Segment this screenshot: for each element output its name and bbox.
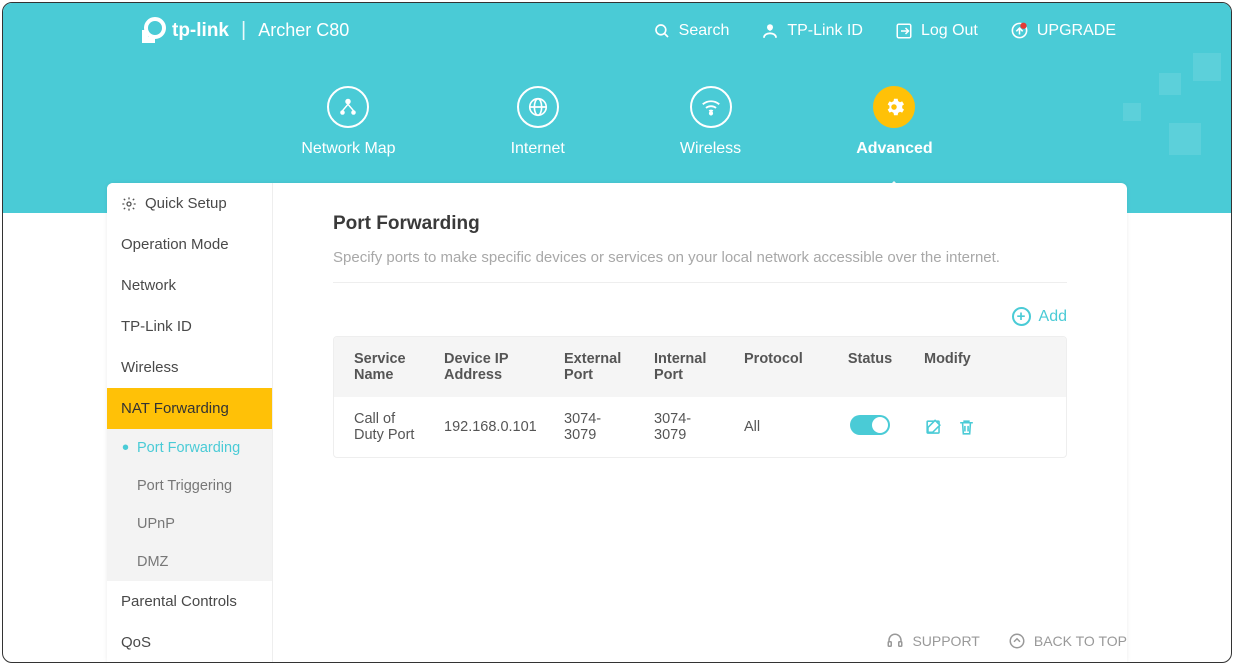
tab-internet[interactable]: Internet bbox=[511, 86, 565, 158]
user-heart-icon bbox=[761, 22, 779, 40]
content-wrap: Quick Setup Operation Mode Network TP-Li… bbox=[107, 183, 1127, 662]
add-button[interactable]: + Add bbox=[1012, 307, 1067, 326]
cell-modify bbox=[904, 404, 994, 451]
wifi-icon bbox=[690, 86, 732, 128]
logout-link[interactable]: Log Out bbox=[895, 22, 978, 40]
back-to-top-label: BACK TO TOP bbox=[1034, 633, 1127, 649]
sidebar-submenu: Port Forwarding Port Triggering UPnP DMZ bbox=[107, 429, 272, 581]
cell-service: Call of Duty Port bbox=[334, 397, 424, 457]
sidebar-label: Port Triggering bbox=[137, 478, 232, 494]
brand-name: tp-link bbox=[172, 20, 229, 42]
port-forwarding-table: Service Name Device IP Address External … bbox=[333, 336, 1067, 458]
th-protocol: Protocol bbox=[724, 337, 824, 397]
upgrade-label: UPGRADE bbox=[1037, 22, 1116, 40]
sidebar-item-network[interactable]: Network bbox=[107, 265, 272, 306]
trash-icon[interactable] bbox=[957, 418, 976, 437]
search-link[interactable]: Search bbox=[653, 22, 730, 40]
upgrade-link[interactable]: UPGRADE bbox=[1010, 21, 1116, 40]
tplink-id-link[interactable]: TP-Link ID bbox=[761, 22, 863, 40]
sidebar-sub-port-triggering[interactable]: Port Triggering bbox=[107, 467, 272, 505]
main-content: Port Forwarding Specify ports to make sp… bbox=[273, 183, 1127, 662]
tab-label: Advanced bbox=[856, 140, 932, 158]
support-label: SUPPORT bbox=[912, 633, 979, 649]
support-link[interactable]: SUPPORT bbox=[886, 632, 979, 650]
cell-internal-port: 3074-3079 bbox=[634, 397, 724, 457]
cell-ip: 192.168.0.101 bbox=[424, 405, 544, 449]
sidebar-item-quick-setup[interactable]: Quick Setup bbox=[107, 183, 272, 224]
cell-status bbox=[824, 401, 904, 453]
plus-icon: + bbox=[1012, 307, 1031, 326]
brand-logo: tp-link bbox=[138, 17, 229, 45]
sidebar-sub-port-forwarding[interactable]: Port Forwarding bbox=[107, 429, 272, 467]
search-icon bbox=[653, 22, 671, 40]
brand-model: Archer C80 bbox=[258, 20, 349, 41]
sidebar-sub-dmz[interactable]: DMZ bbox=[107, 543, 272, 581]
table-header: Service Name Device IP Address External … bbox=[334, 337, 1066, 397]
th-internal-port: Internal Port bbox=[634, 337, 724, 397]
logout-icon bbox=[895, 22, 913, 40]
tab-label: Network Map bbox=[301, 140, 395, 158]
upgrade-icon bbox=[1010, 21, 1029, 40]
sidebar-item-wireless[interactable]: Wireless bbox=[107, 347, 272, 388]
page-description: Specify ports to make specific devices o… bbox=[333, 249, 1067, 283]
search-label: Search bbox=[679, 22, 730, 40]
footer-links: SUPPORT BACK TO TOP bbox=[886, 632, 1127, 650]
sidebar-label: UPnP bbox=[137, 516, 175, 532]
cell-protocol: All bbox=[724, 405, 824, 449]
tab-label: Wireless bbox=[680, 140, 741, 158]
sidebar-label: Port Forwarding bbox=[137, 440, 240, 456]
banner: tp-link | Archer C80 Search TP-Link ID L… bbox=[3, 3, 1231, 213]
main-tabs: Network Map Internet Wireless Advanced bbox=[3, 86, 1231, 158]
globe-icon bbox=[517, 86, 559, 128]
th-service: Service Name bbox=[334, 337, 424, 397]
sidebar-item-tplink-id[interactable]: TP-Link ID bbox=[107, 306, 272, 347]
tab-wireless[interactable]: Wireless bbox=[680, 86, 741, 158]
page-title: Port Forwarding bbox=[333, 213, 1067, 235]
content-panel: Quick Setup Operation Mode Network TP-Li… bbox=[107, 183, 1127, 662]
sidebar-label: Network bbox=[121, 277, 176, 294]
tplink-id-label: TP-Link ID bbox=[787, 22, 863, 40]
th-modify: Modify bbox=[904, 337, 994, 397]
sidebar-label: TP-Link ID bbox=[121, 318, 192, 335]
edit-icon[interactable] bbox=[924, 418, 943, 437]
sidebar-label: QoS bbox=[121, 634, 151, 651]
gear-outline-icon bbox=[121, 196, 137, 212]
sidebar-sub-upnp[interactable]: UPnP bbox=[107, 505, 272, 543]
table-row: Call of Duty Port 192.168.0.101 3074-307… bbox=[334, 397, 1066, 457]
sidebar-label: Operation Mode bbox=[121, 236, 229, 253]
cell-external-port: 3074-3079 bbox=[544, 397, 634, 457]
add-label: Add bbox=[1039, 308, 1067, 326]
tplink-logo-icon bbox=[138, 17, 166, 45]
brand-separator: | bbox=[241, 19, 246, 42]
app-window: tp-link | Archer C80 Search TP-Link ID L… bbox=[2, 2, 1232, 663]
sidebar-label: DMZ bbox=[137, 554, 168, 570]
sidebar: Quick Setup Operation Mode Network TP-Li… bbox=[107, 183, 273, 662]
sidebar-label: NAT Forwarding bbox=[121, 400, 229, 417]
gear-icon bbox=[873, 86, 915, 128]
logout-label: Log Out bbox=[921, 22, 978, 40]
add-row: + Add bbox=[333, 307, 1067, 326]
sidebar-label: Quick Setup bbox=[145, 195, 227, 212]
network-map-icon bbox=[327, 86, 369, 128]
headset-icon bbox=[886, 632, 904, 650]
sidebar-label: Wireless bbox=[121, 359, 179, 376]
sidebar-item-operation-mode[interactable]: Operation Mode bbox=[107, 224, 272, 265]
tab-advanced[interactable]: Advanced bbox=[856, 86, 932, 158]
top-nav: Search TP-Link ID Log Out UPGRADE bbox=[653, 21, 1116, 40]
sidebar-item-qos[interactable]: QoS bbox=[107, 622, 272, 662]
back-to-top-link[interactable]: BACK TO TOP bbox=[1008, 632, 1127, 650]
arrow-up-circle-icon bbox=[1008, 632, 1026, 650]
sidebar-item-parental[interactable]: Parental Controls bbox=[107, 581, 272, 622]
th-status: Status bbox=[824, 337, 904, 397]
tab-label: Internet bbox=[511, 140, 565, 158]
tab-network-map[interactable]: Network Map bbox=[301, 86, 395, 158]
sidebar-item-nat-forwarding[interactable]: NAT Forwarding bbox=[107, 388, 272, 429]
th-ip: Device IP Address bbox=[424, 337, 544, 397]
th-external-port: External Port bbox=[544, 337, 634, 397]
status-toggle[interactable] bbox=[850, 415, 890, 435]
sidebar-label: Parental Controls bbox=[121, 593, 237, 610]
